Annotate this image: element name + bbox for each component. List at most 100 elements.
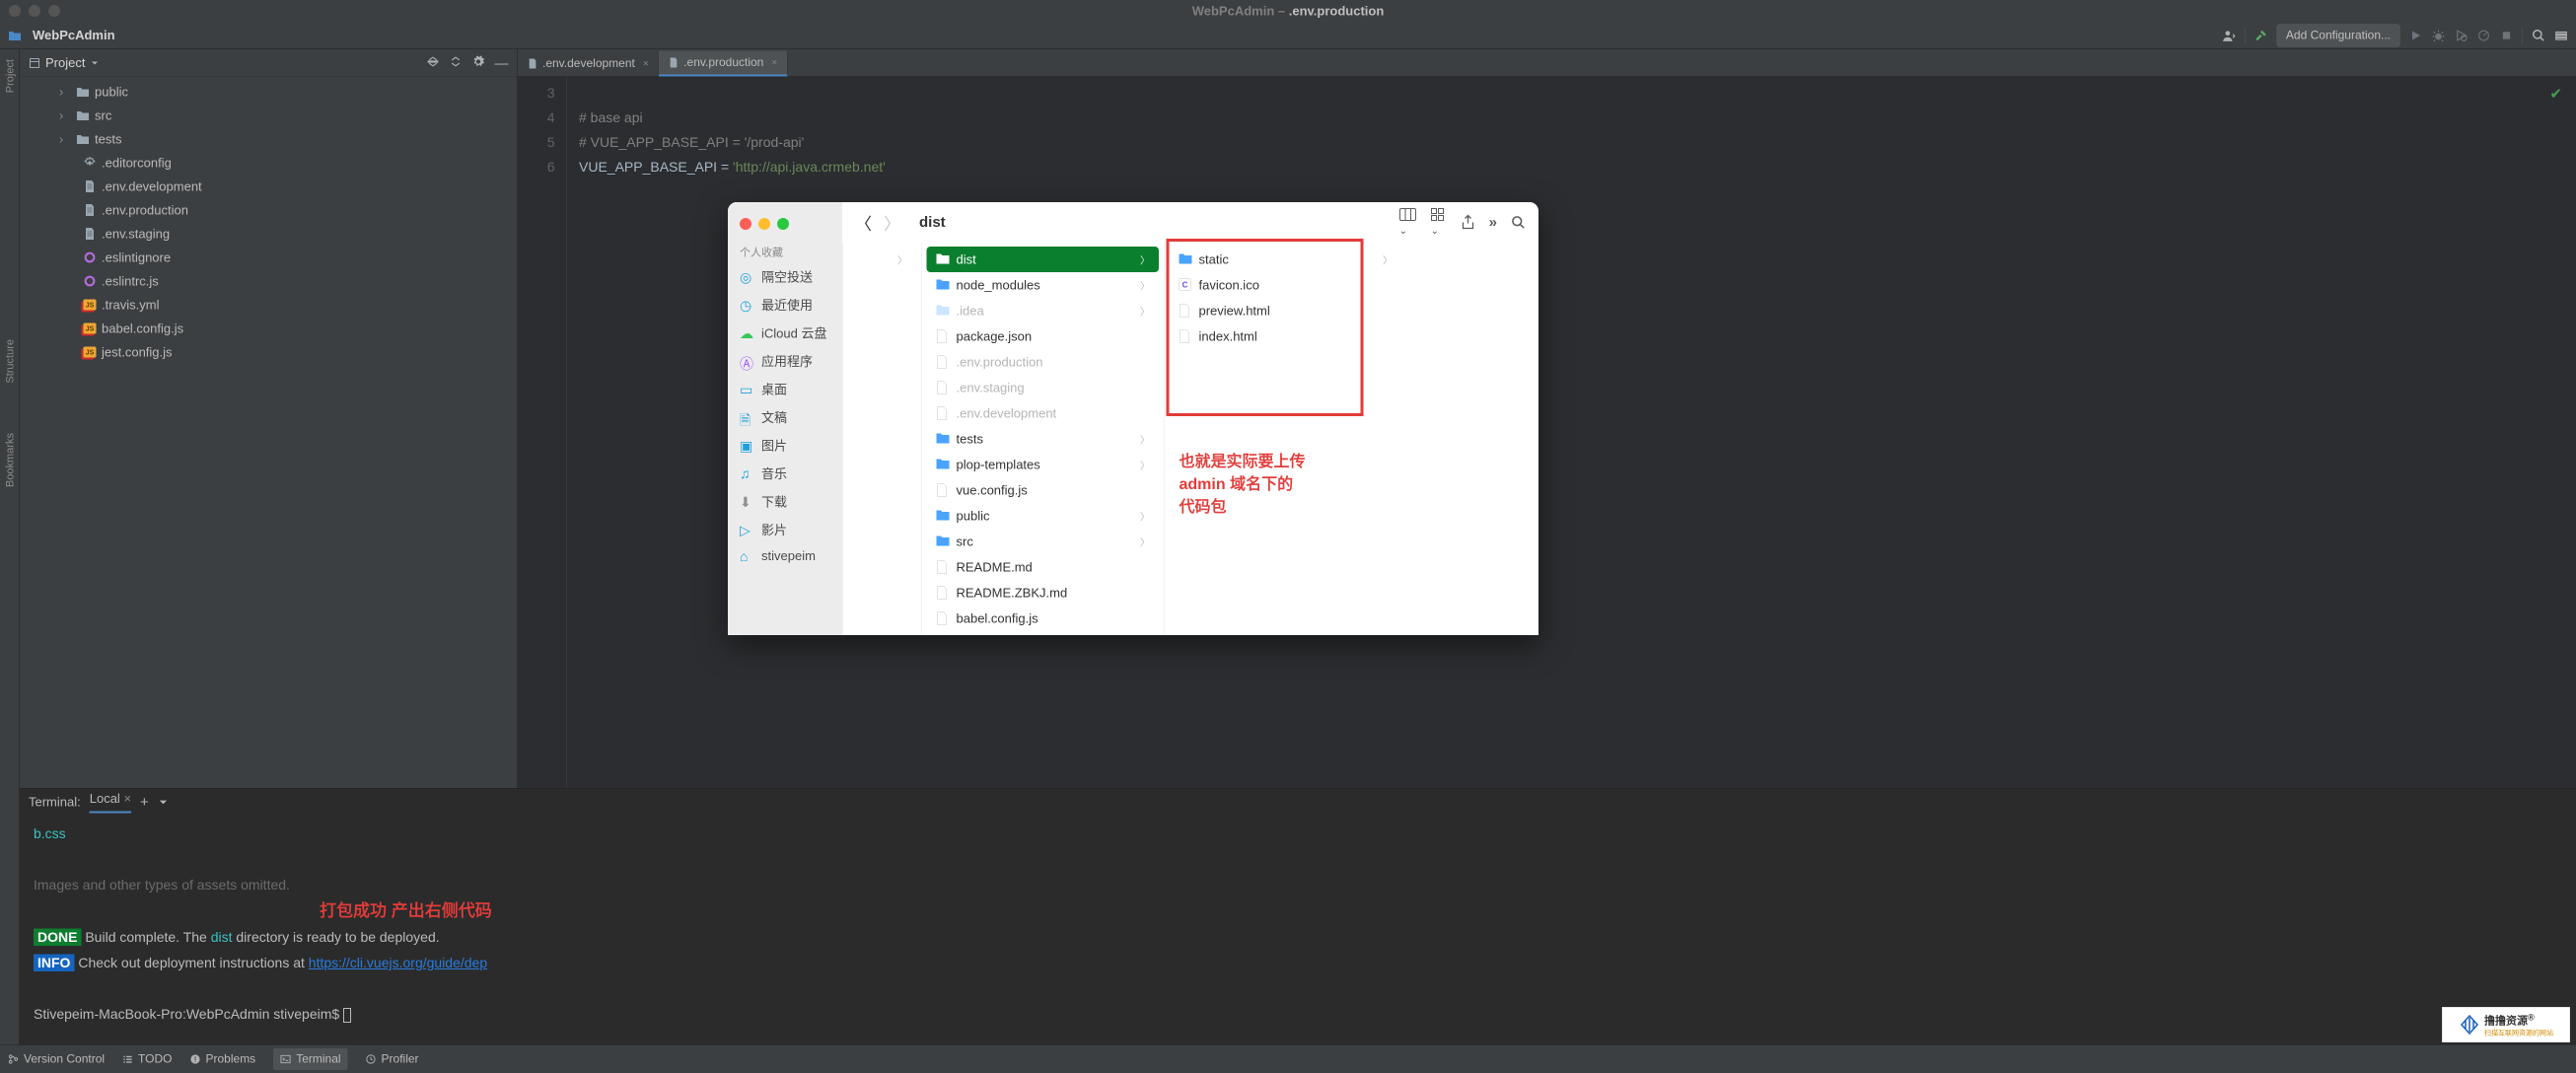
stop-icon[interactable] [2500,29,2514,42]
finder-item-README.ZBKJ.md[interactable]: README.ZBKJ.md [927,580,1160,606]
tree-item-.eslintignore[interactable]: .eslintignore [20,246,518,269]
tree-item-src[interactable]: ›src [20,104,518,127]
finder-item-dist[interactable]: dist〉 [927,247,1160,272]
add-configuration-button[interactable]: Add Configuration... [2276,24,2399,46]
finder-item-.env.development[interactable]: .env.development [927,400,1160,426]
window-traffic-lights[interactable] [9,5,60,17]
select-opened-icon[interactable] [427,55,440,71]
expand-all-icon[interactable] [450,55,463,71]
close-tab-icon[interactable]: × [771,57,777,69]
editor-tab-.env.production[interactable]: .env.production× [659,51,788,77]
status-todo[interactable]: TODO [122,1052,172,1066]
terminal-new-tab-button[interactable]: + [140,794,149,811]
finder-sidebar-desktop[interactable]: ▭桌面 [728,375,842,403]
finder-item-public[interactable]: public〉 [927,503,1160,529]
finder-share-icon[interactable] [1462,215,1475,231]
status-terminal[interactable]: Terminal [273,1048,347,1070]
rail-bookmarks-label[interactable]: Bookmarks [3,433,16,487]
coverage-icon[interactable] [2455,29,2469,42]
finder-item-src[interactable]: src〉 [927,529,1160,554]
finder-back-button[interactable]: 〈 [855,210,872,235]
finder-traffic-lights[interactable] [728,212,842,241]
tree-item-.travis.yml[interactable]: JS.travis.yml [20,293,518,317]
terminal-output[interactable]: b.css Images and other types of assets o… [20,817,2576,1045]
search-icon[interactable] [2532,29,2545,42]
minimize-icon[interactable] [758,218,770,230]
chevron-right-icon[interactable]: › [59,107,69,123]
finder-item-parent[interactable]: 〉 [848,247,917,272]
close-icon[interactable] [9,5,21,17]
project-name-label[interactable]: WebPcAdmin [33,28,115,43]
zoom-icon[interactable] [48,5,60,17]
finder-item-package.json[interactable]: package.json [927,323,1160,349]
finder-sidebar-apps[interactable]: Ⓐ应用程序 [728,347,842,376]
settings-icon[interactable] [2554,29,2568,42]
rail-structure-label[interactable]: Structure [3,339,16,384]
finder-more-icon[interactable]: » [1489,214,1497,231]
debug-icon[interactable] [2432,29,2446,42]
hammer-icon[interactable] [2254,29,2267,42]
finder-column-2[interactable]: dist〉node_modules〉.idea〉package.json.env… [921,243,1164,635]
finder-sidebar-movie[interactable]: ▷影片 [728,516,842,544]
close-icon[interactable] [740,218,751,230]
gear-icon[interactable] [472,55,485,71]
tree-item-.env.development[interactable]: .env.development [20,175,518,198]
finder-search-icon[interactable] [1511,215,1526,230]
finder-item-README.md[interactable]: README.md [927,554,1160,580]
profile-icon[interactable] [2477,29,2491,42]
hide-icon[interactable]: — [495,55,509,71]
tree-item-.env.production[interactable]: .env.production [20,198,518,222]
finder-view-columns-icon[interactable]: ⌄ [1399,208,1417,238]
finder-item-tests[interactable]: tests〉 [927,426,1160,452]
finder-forward-button[interactable]: 〉 [884,210,900,235]
finder-item-node_modules[interactable]: node_modules〉 [927,272,1160,298]
status-profiler[interactable]: Profiler [366,1052,419,1066]
finder-sidebar-airdrop[interactable]: ◎隔空投送 [728,262,842,291]
run-icon[interactable] [2409,29,2423,42]
tree-item-tests[interactable]: ›tests [20,127,518,151]
minimize-icon[interactable] [29,5,40,17]
chevron-right-icon: 〉 [1140,432,1150,447]
finder-sidebar-music[interactable]: ♫音乐 [728,460,842,488]
status-problems[interactable]: Problems [190,1052,256,1066]
zoom-icon[interactable] [777,218,789,230]
finder-item-.idea[interactable]: .idea〉 [927,298,1160,323]
finder-item-plop-templates[interactable]: plop-templates〉 [927,452,1160,477]
finder-item-vue.config.js[interactable]: vue.config.js [927,477,1160,503]
tree-item-.eslintrc.js[interactable]: .eslintrc.js [20,269,518,293]
terminal-tab-local[interactable]: Local × [90,791,131,814]
rail-project-label[interactable]: Project [3,59,16,93]
chevron-right-icon[interactable]: › [59,131,69,147]
finder-item-.env.production[interactable]: .env.production [927,349,1160,375]
terminal-tabs: Terminal: Local × + [20,789,2576,817]
tree-item-babel.config.js[interactable]: JSbabel.config.js [20,317,518,340]
finder-sidebar-cloud[interactable]: ☁iCloud 云盘 [728,319,842,347]
chevron-right-icon[interactable]: › [59,84,69,100]
tree-item-.env.staging[interactable]: .env.staging [20,222,518,246]
finder-column-1[interactable]: 〉 [842,243,921,635]
finder-sidebar-clock[interactable]: ◷最近使用 [728,291,842,320]
finder-column-3[interactable]: static〉Cfavicon.icopreview.htmlindex.htm… [1164,243,1406,635]
doc-icon [936,381,951,395]
project-panel-title[interactable]: Project [29,55,99,71]
airdrop-icon: ◎ [740,269,754,284]
editor-tab-.env.development[interactable]: .env.development× [518,51,659,77]
finder-sidebar-doc[interactable]: 🗎文稿 [728,403,842,432]
finder-columns: 〉 dist〉node_modules〉.idea〉package.json.e… [842,243,1538,635]
finder-item-.env.staging[interactable]: .env.staging [927,375,1160,400]
close-tab-icon[interactable]: × [643,58,649,70]
status-bar: Version Control TODO Problems Terminal Profi… [0,1044,2576,1073]
user-icon[interactable] [2222,29,2236,42]
tree-item-jest.config.js[interactable]: JSjest.config.js [20,340,518,364]
tree-item-.editorconfig[interactable]: .editorconfig [20,151,518,175]
finder-sidebar-home[interactable]: ⌂stivepeim [728,543,842,569]
status-version-control[interactable]: Version Control [8,1052,105,1066]
finder-group-icon[interactable]: ⌄ [1431,208,1448,238]
inspection-ok-icon[interactable]: ✔ [2549,82,2562,107]
terminal-dropdown-icon[interactable] [158,797,169,808]
finder-sidebar-download[interactable]: ⬇下载 [728,487,842,516]
project-tree[interactable]: ›public›src›tests.editorconfig.env.devel… [20,77,518,367]
finder-item-babel.config.js[interactable]: babel.config.js [927,606,1160,631]
finder-sidebar-image[interactable]: ▣图片 [728,431,842,460]
tree-item-public[interactable]: ›public [20,80,518,104]
